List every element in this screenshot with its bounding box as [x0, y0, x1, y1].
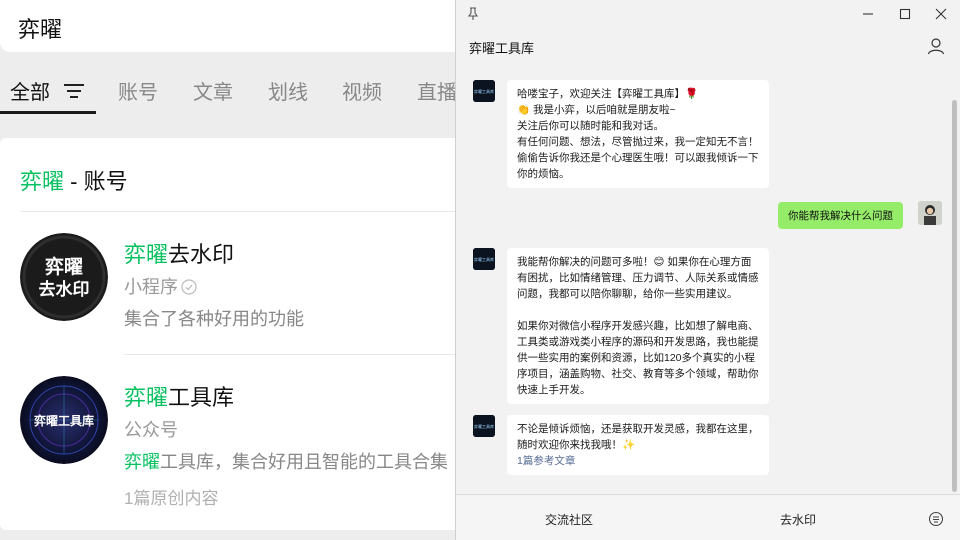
maximize-icon[interactable] [896, 5, 914, 23]
verified-icon [181, 279, 197, 295]
section-title: 弈曜 - 账号 [20, 169, 128, 194]
menu-remove-watermark[interactable]: 去水印 [780, 511, 816, 528]
title-bar [456, 0, 960, 28]
tab-videos[interactable]: 视频 [342, 76, 382, 105]
bot-avatar[interactable]: 弈曜工具库 [473, 248, 495, 270]
search-tabs: 全部 账号 文章 划线 视频 直播 [0, 72, 470, 114]
result-description: 集合了各种好用的功能 [124, 309, 304, 329]
filter-icon[interactable] [64, 82, 84, 100]
svg-text:弈曜工具库: 弈曜工具库 [474, 256, 494, 262]
bot-avatar[interactable]: 弈曜工具库 [473, 415, 495, 437]
active-tab-indicator [0, 111, 96, 114]
bot-message: 我能帮你解决的问题可多啦！😊 如果你在心理方面 有困扰，比如情绪管理、压力调节、… [507, 248, 769, 404]
divider [20, 211, 470, 212]
svg-text:弈曜工具库: 弈曜工具库 [34, 413, 94, 428]
chat-footer-menu: 交流社区 去水印 [456, 494, 960, 540]
message-list[interactable]: 弈曜工具库 哈喽宝子，欢迎关注【弈曜工具库】🌹 👏 我是小弈，以后咱就是朋友啦~… [456, 68, 960, 494]
keyboard-toggle-icon[interactable] [928, 511, 944, 527]
avatar: 弈曜 去水印 [20, 233, 108, 321]
tab-accounts[interactable]: 账号 [118, 76, 158, 105]
search-bar[interactable]: 弈曜 [0, 0, 470, 52]
tab-highlights[interactable]: 划线 [268, 76, 308, 105]
svg-text:弈曜工具库: 弈曜工具库 [474, 423, 494, 429]
bot-avatar[interactable]: 弈曜工具库 [473, 80, 495, 102]
chat-title: 弈曜工具库 [469, 41, 535, 56]
search-input[interactable]: 弈曜 [18, 12, 62, 44]
result-mini-program[interactable]: 弈曜 去水印 弈曜去水印 小程序 集合了各种好用的功能 [0, 233, 470, 343]
avatar: 弈曜工具库 [20, 376, 108, 464]
result-type: 公众号 [124, 420, 178, 440]
result-meta: 1篇原创内容 [124, 489, 219, 508]
result-title: 弈曜工具库 [124, 385, 235, 410]
minimize-icon[interactable] [859, 5, 877, 23]
menu-community[interactable]: 交流社区 [545, 511, 593, 528]
result-description: 弈曜工具库，集合好用且智能的工具合集 [124, 452, 448, 472]
tab-live[interactable]: 直播 [417, 76, 457, 105]
bot-message: 哈喽宝子，欢迎关注【弈曜工具库】🌹 👏 我是小弈，以后咱就是朋友啦~ 关注后你可… [507, 80, 769, 188]
scrollbar[interactable] [952, 100, 957, 492]
divider [124, 354, 470, 355]
search-page: 弈曜 全部 账号 文章 划线 视频 直播 弈曜 - 账号 弈曜 去水印 弈曜去水… [0, 0, 470, 540]
reference-article-link[interactable]: 1篇参考文章 [517, 453, 759, 469]
svg-text:弈曜工具库: 弈曜工具库 [474, 88, 494, 94]
tab-all[interactable]: 全部 [10, 76, 50, 105]
profile-icon[interactable] [926, 36, 946, 56]
results-card: 弈曜 - 账号 弈曜 去水印 弈曜去水印 小程序 集合了各种好用的功能 弈曜工具… [0, 138, 470, 530]
user-avatar[interactable] [918, 201, 942, 225]
user-message: 你能帮我解决什么问题 [778, 202, 903, 229]
svg-text:去水印: 去水印 [39, 279, 90, 300]
chat-window: 弈曜工具库 弈曜工具库 哈喽宝子，欢迎关注【弈曜工具库】🌹 👏 我是小弈，以后咱… [455, 0, 960, 540]
result-official-account[interactable]: 弈曜工具库 弈曜工具库 公众号 弈曜工具库，集合好用且智能的工具合集 1篇原创内… [0, 376, 470, 516]
tab-articles[interactable]: 文章 [193, 76, 233, 105]
result-type: 小程序 [124, 273, 197, 299]
bot-message: 不论是倾诉烦恼，还是获取开发灵感，我都在这里， 随时欢迎你来找我哦！✨ 1篇参考… [507, 415, 769, 475]
result-title: 弈曜去水印 [124, 242, 235, 267]
chat-header: 弈曜工具库 [456, 28, 960, 68]
pin-icon[interactable] [464, 5, 482, 23]
svg-text:弈曜: 弈曜 [45, 255, 83, 278]
close-icon[interactable] [932, 5, 950, 23]
